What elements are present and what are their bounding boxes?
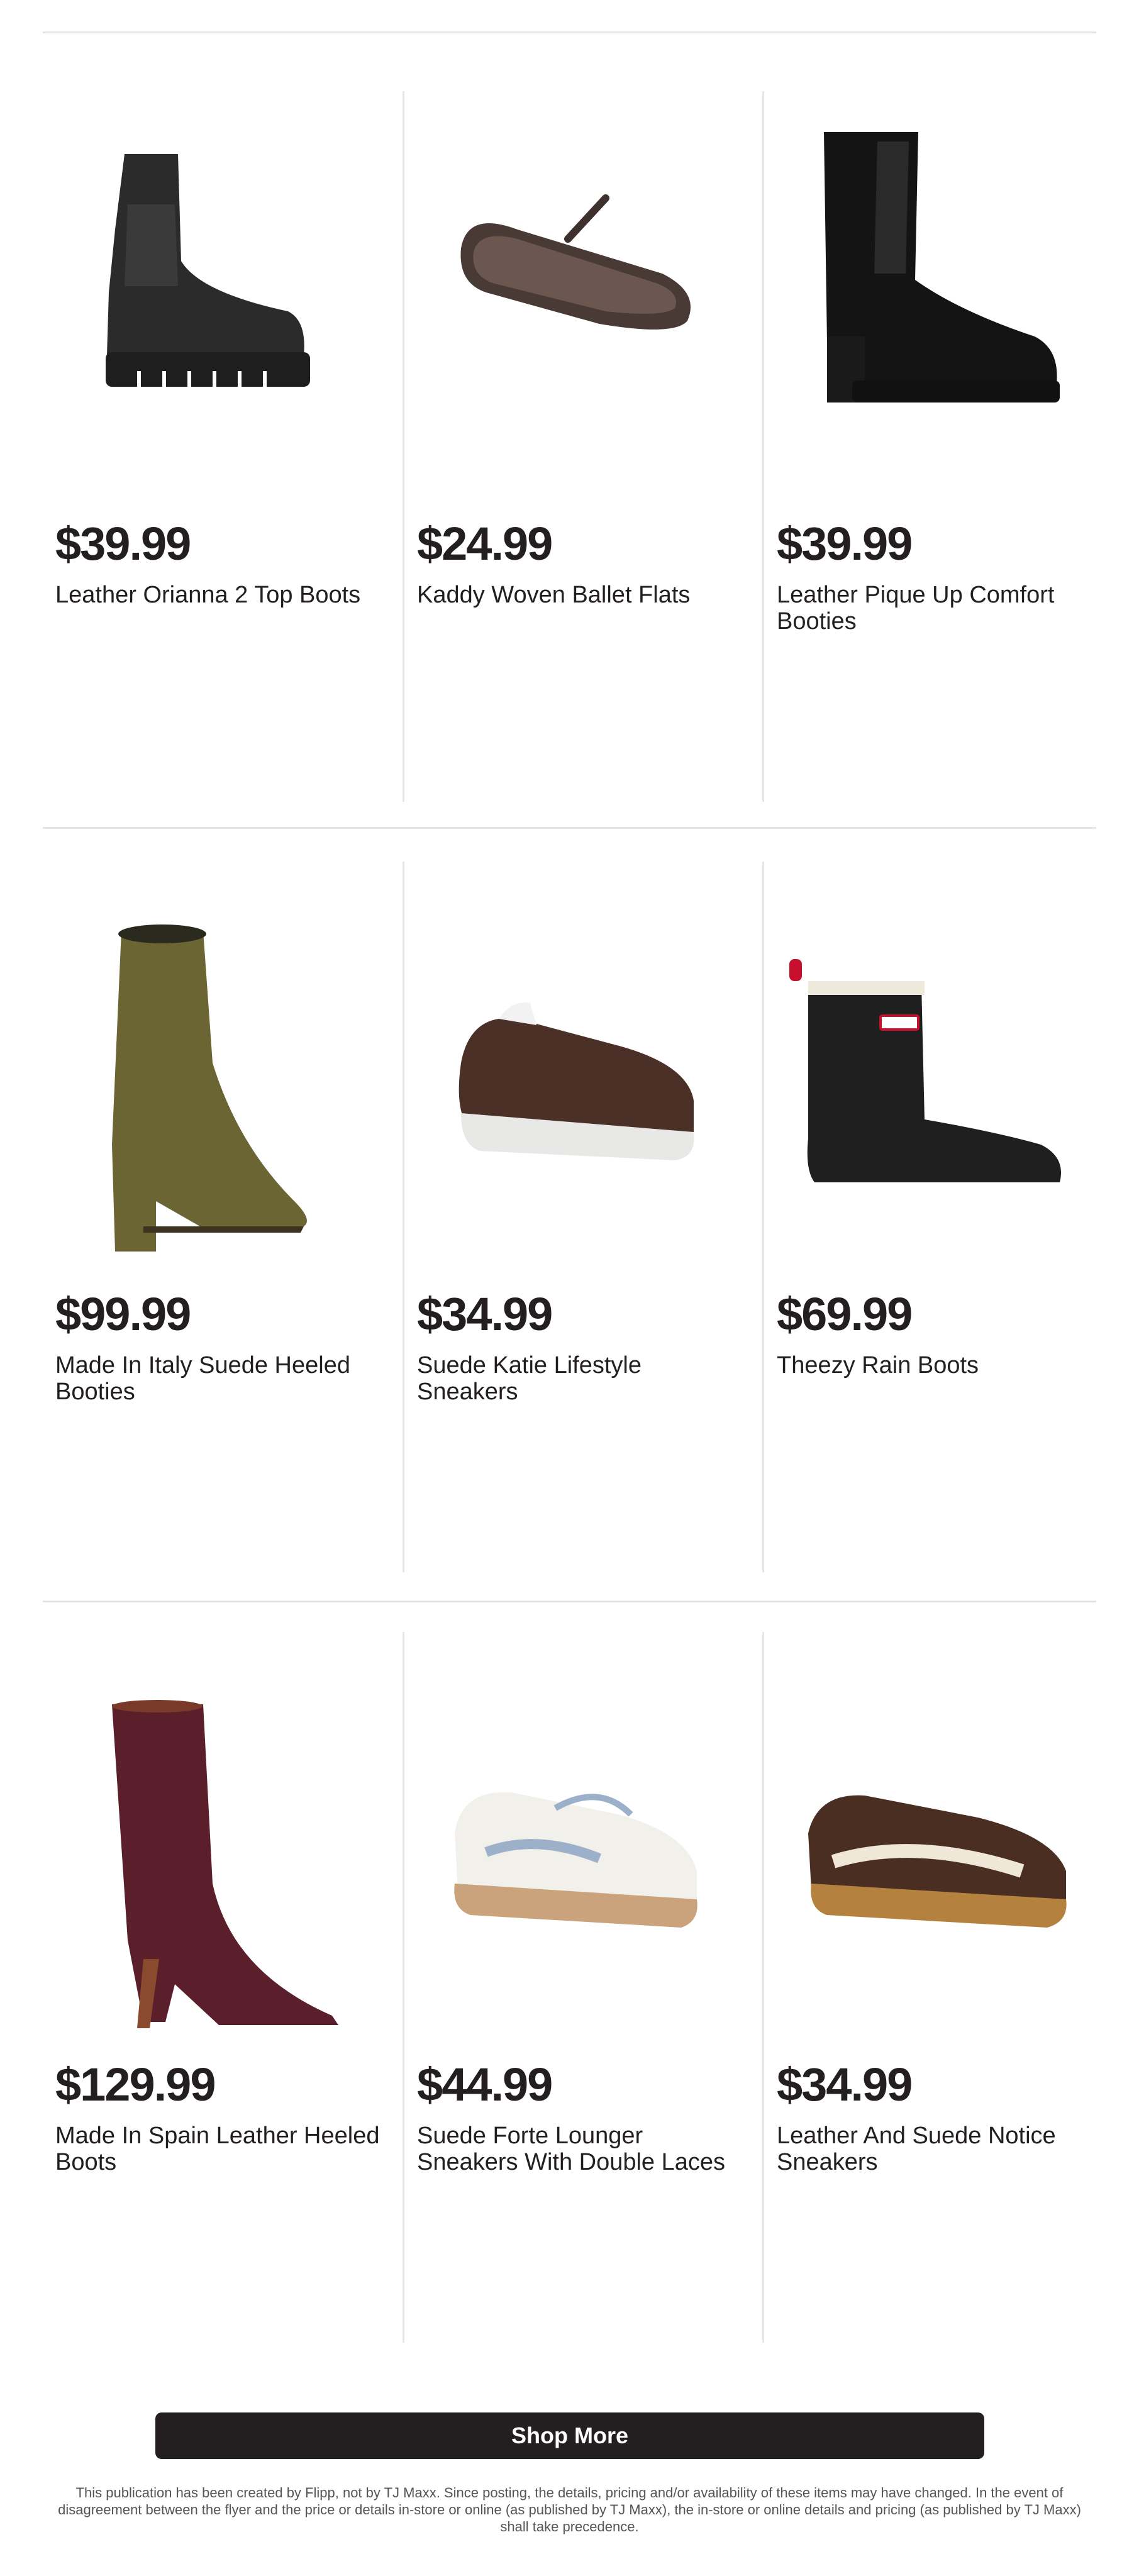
product-card[interactable]: $39.99 Leather Orianna 2 Top Boots <box>43 91 403 802</box>
product-title[interactable]: Leather And Suede Notice Sneakers <box>777 2123 1104 2175</box>
product-title[interactable]: Made In Italy Suede Heeled Booties <box>55 1352 382 1405</box>
product-image-sneaker[interactable] <box>411 874 758 1277</box>
shop-more-button[interactable]: Shop More <box>155 2412 984 2459</box>
product-card[interactable]: $34.99 Leather And Suede Notice Sneakers <box>762 1632 1124 2343</box>
divider-row-2 <box>43 1601 1096 1602</box>
product-row-3: $129.99 Made In Spain Leather Heeled Boo… <box>43 1632 1096 2343</box>
product-price: $69.99 <box>777 1288 913 1340</box>
product-image-rain-boot[interactable] <box>770 874 1118 1277</box>
product-image-heeled-boot[interactable] <box>49 1645 396 2047</box>
product-card[interactable]: $69.99 Theezy Rain Boots <box>762 862 1124 1572</box>
product-price: $39.99 <box>777 518 913 570</box>
product-image-boot[interactable] <box>49 104 396 506</box>
product-title[interactable]: Suede Katie Lifestyle Sneakers <box>417 1352 744 1405</box>
product-price: $34.99 <box>777 2058 913 2111</box>
product-price: $34.99 <box>417 1288 553 1340</box>
disclaimer-text: This publication has been created by Fli… <box>58 2485 1081 2534</box>
divider-top <box>43 31 1096 33</box>
product-image-bootie[interactable] <box>49 874 396 1277</box>
product-image-sneaker[interactable] <box>770 1645 1118 2047</box>
product-price: $24.99 <box>417 518 553 570</box>
product-card[interactable]: $44.99 Suede Forte Lounger Sneakers With… <box>403 1632 764 2343</box>
product-title[interactable]: Leather Orianna 2 Top Boots <box>55 582 382 608</box>
product-image-flat[interactable] <box>411 104 758 506</box>
product-title[interactable]: Suede Forte Lounger Sneakers With Double… <box>417 2123 744 2175</box>
divider-row-1 <box>43 827 1096 829</box>
product-title[interactable]: Theezy Rain Boots <box>777 1352 1104 1379</box>
product-price: $129.99 <box>55 2058 216 2111</box>
product-title[interactable]: Made In Spain Leather Heeled Boots <box>55 2123 382 2175</box>
product-row-1: $39.99 Leather Orianna 2 Top Boots $24.9… <box>43 91 1096 802</box>
product-card[interactable]: $24.99 Kaddy Woven Ballet Flats <box>403 91 764 802</box>
product-price: $99.99 <box>55 1288 191 1340</box>
product-card[interactable]: $39.99 Leather Pique Up Comfort Booties <box>762 91 1124 802</box>
product-price: $44.99 <box>417 2058 553 2111</box>
product-title[interactable]: Leather Pique Up Comfort Booties <box>777 582 1104 635</box>
product-price: $39.99 <box>55 518 191 570</box>
product-card[interactable]: $99.99 Made In Italy Suede Heeled Bootie… <box>43 862 403 1572</box>
product-title[interactable]: Kaddy Woven Ballet Flats <box>417 582 744 608</box>
product-card[interactable]: $34.99 Suede Katie Lifestyle Sneakers <box>403 862 764 1572</box>
product-card[interactable]: $129.99 Made In Spain Leather Heeled Boo… <box>43 1632 403 2343</box>
product-image-sneaker[interactable] <box>411 1645 758 2047</box>
product-row-2: $99.99 Made In Italy Suede Heeled Bootie… <box>43 862 1096 1572</box>
product-image-bootie[interactable] <box>770 104 1118 506</box>
